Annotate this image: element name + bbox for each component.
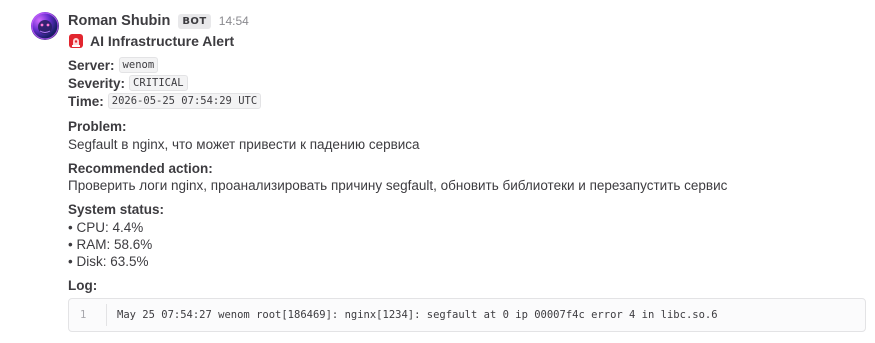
status-heading: System status: [68,200,164,218]
server-label: Server: [68,57,115,73]
post-time[interactable]: 14:54 [219,14,249,28]
log-label: Log: [68,277,98,293]
server-row: Server: wenom [68,56,159,74]
log-code-block[interactable]: 1 May 25 07:54:27 wenom root[186469]: ng… [68,298,866,332]
bot-badge: BOT [178,13,211,29]
alert-title-line: AI Infrastructure Alert [68,31,234,51]
log-line: May 25 07:54:27 wenom root[186469]: ngin… [117,309,718,321]
problem-heading: Problem: [68,117,127,135]
status-item-disk: • Disk: 63.5% [68,253,149,269]
username[interactable]: Roman Shubin [68,13,170,29]
alert-title: AI Infrastructure Alert [90,33,235,49]
severity-label: Severity: [68,75,126,91]
rotating-light-icon [69,34,83,48]
time-value: 2026-05-25 07:54:29 UTC [107,93,262,109]
server-value: wenom [118,57,159,73]
problem-label: Problem: [68,118,127,134]
time-row: Time: 2026-05-25 07:54:29 UTC [68,92,262,110]
time-label: Time: [68,93,104,109]
severity-row: Severity: CRITICAL [68,74,188,92]
status-label: System status: [68,201,165,217]
status-item-cpu: • CPU: 4.4% [68,219,144,235]
action-heading: Recommended action: [68,159,213,177]
action-text: Проверить логи nginx, проанализировать п… [68,177,728,193]
severity-value: CRITICAL [129,75,188,91]
action-label: Recommended action: [68,160,213,176]
message-post: Roman Shubin BOT 14:54 AI Infrastructure… [0,0,875,343]
line-number: 1 [69,304,107,326]
problem-text: Segfault в nginx, что может привести к п… [68,136,420,152]
post-header: Roman Shubin BOT 14:54 [68,11,249,31]
status-item-ram: • RAM: 58.6% [68,236,153,252]
avatar[interactable] [31,12,59,40]
log-heading: Log: [68,276,97,294]
